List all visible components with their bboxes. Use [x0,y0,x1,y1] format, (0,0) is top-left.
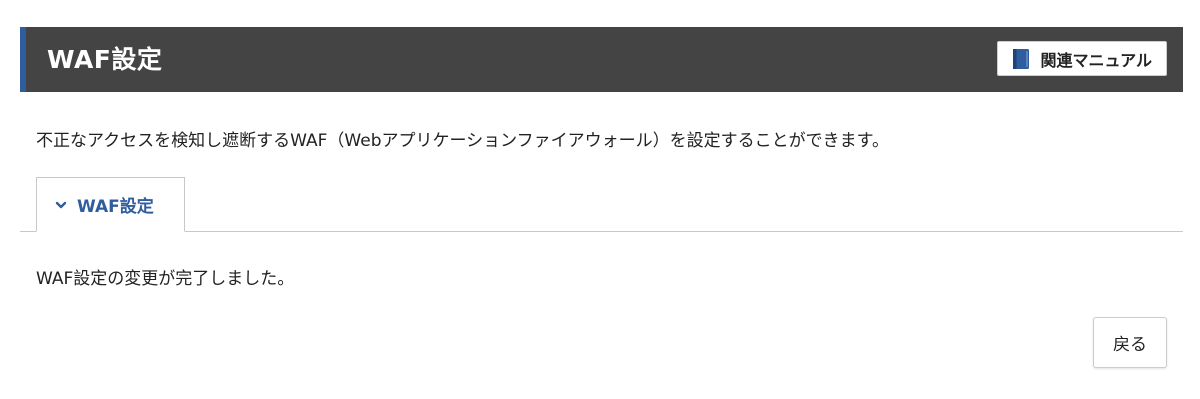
tab-waf-settings[interactable]: WAF設定 [36,177,185,232]
status-message: WAF設定の変更が完了しました。 [36,269,295,289]
page-title: WAF設定 [47,45,163,74]
book-icon [1012,48,1030,70]
header-bar: WAF設定 関連マニュアル [20,27,1183,92]
tab-label: WAF設定 [77,197,154,217]
page: WAF設定 関連マニュアル 不正なアクセスを検知し遮断するWAF（Webアプリケ… [0,0,1200,399]
tab-strip: WAF設定 [20,177,1183,232]
chevron-down-icon [55,200,67,210]
back-button[interactable]: 戻る [1093,317,1167,368]
tab-baseline [20,231,1183,232]
page-description: 不正なアクセスを検知し遮断するWAF（Webアプリケーションファイアウォール）を… [36,131,889,151]
related-manual-label: 関連マニュアル [1040,50,1152,70]
related-manual-button[interactable]: 関連マニュアル [997,41,1167,76]
